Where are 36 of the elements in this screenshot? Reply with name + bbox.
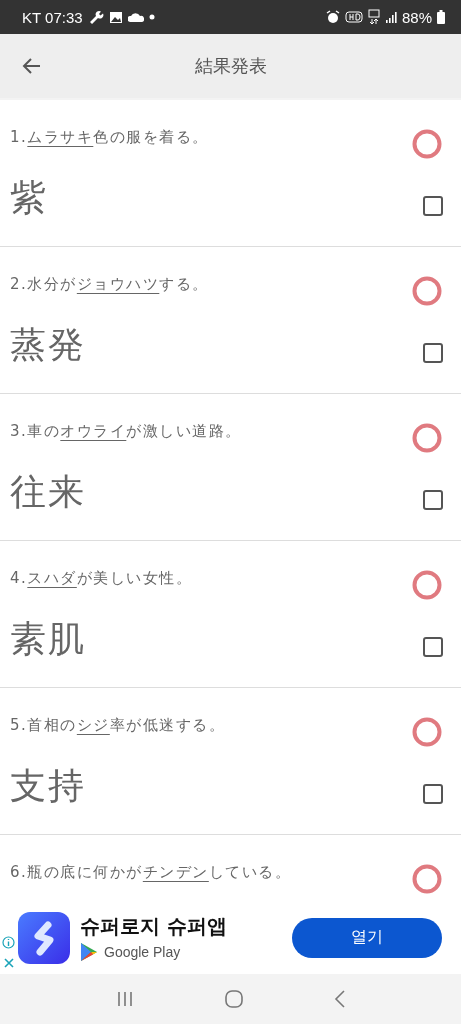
info-icon[interactable] (2, 936, 15, 949)
screen-title: 結果発表 (193, 54, 268, 78)
question-text: 1.ムラサキ色の服を着る。 (10, 127, 209, 147)
answer-text: 素肌 (10, 617, 86, 661)
play-store-icon (80, 942, 98, 962)
question-text: 5.首相のシジ率が低迷する。 (10, 715, 226, 735)
cloud-icon (127, 12, 144, 22)
home-icon[interactable] (223, 989, 244, 1009)
app-logo-icon (18, 911, 70, 964)
alarm-icon (325, 10, 340, 24)
dot-icon (148, 14, 155, 20)
ad-title: 슈퍼로지 슈퍼앱 (80, 913, 228, 940)
signal-icon (384, 11, 397, 23)
image-icon (108, 10, 123, 24)
back-icon[interactable] (332, 989, 347, 1009)
checkbox[interactable] (423, 636, 443, 657)
battery-icon (437, 10, 445, 24)
hd-icon (344, 11, 363, 23)
network-icon (367, 9, 380, 25)
checkbox[interactable] (423, 342, 443, 363)
battery-percent: 88% (401, 8, 432, 26)
checkbox[interactable] (423, 195, 443, 216)
checkbox[interactable] (423, 783, 443, 804)
open-button[interactable]: 열기 (292, 917, 442, 958)
store-name: Google Play (104, 944, 181, 960)
question-text: 2.水分が ジョウハツする。 (10, 274, 209, 294)
close-icon[interactable] (2, 957, 15, 969)
answer-text: 往来 (10, 470, 86, 514)
question-text: 6.瓶の底に何かがチンデン している。 (10, 862, 292, 882)
answer-text: 支持 (10, 764, 86, 808)
answer-text: 蒸発 (10, 323, 86, 367)
checkbox[interactable] (423, 489, 443, 510)
carrier-time: KT 07:33 (22, 8, 83, 26)
question-text: 4.スハダが美しい女性。 (10, 568, 193, 588)
question-text: 3.車のオウライが激しい道路。 (10, 421, 242, 441)
answer-text: 紫 (10, 176, 48, 220)
